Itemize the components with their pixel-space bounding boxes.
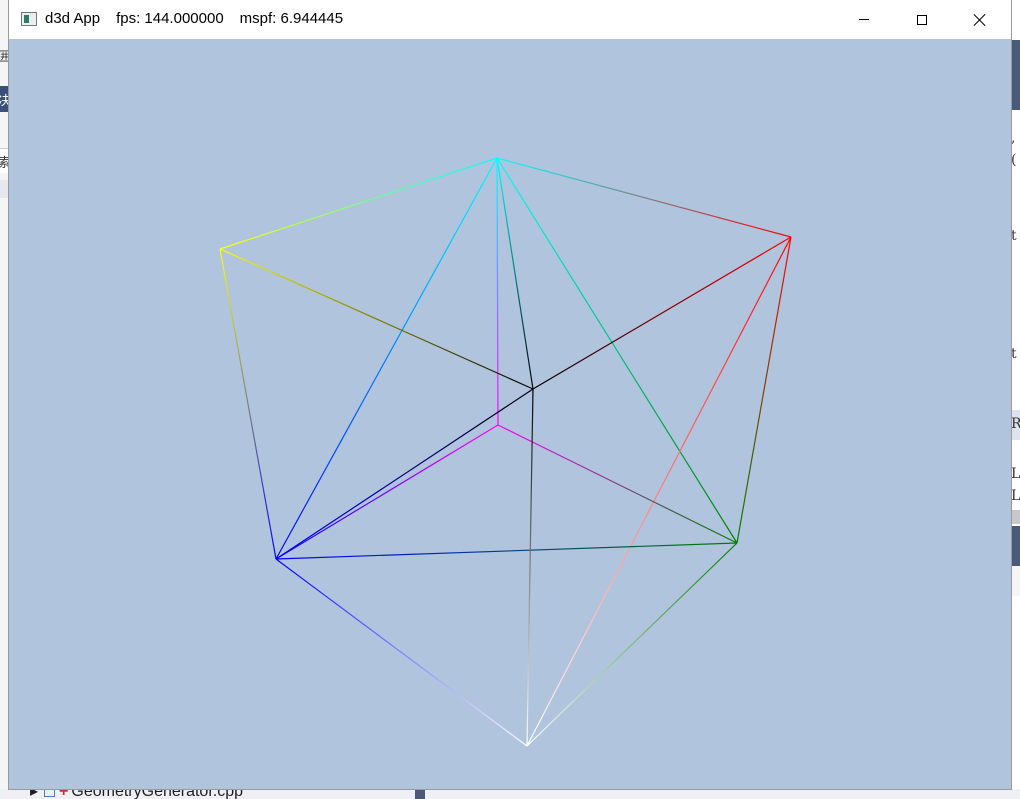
edge-top-inner [496, 157, 499, 426]
app-name: d3d App [45, 10, 101, 27]
edge-lower-left-center [275, 388, 534, 560]
edge-lower-right-bottom [526, 542, 738, 747]
file-icon [44, 789, 56, 797]
wireframe-scene [219, 157, 792, 747]
edge-right-center [532, 236, 792, 390]
tree-item-label: GeometryGenerator.cpp [71, 789, 244, 799]
edge-top-right [496, 157, 792, 238]
window-title: d3d App fps: 144.000000 mspf: 6.944445 [45, 10, 359, 27]
bg-right-glyph: t [1011, 228, 1017, 244]
edge-lower-left-inner [275, 424, 499, 560]
render-viewport[interactable] [9, 39, 1011, 789]
expand-arrow-icon[interactable]: ▸ [30, 789, 38, 799]
edge-lower-left-lower-right [275, 542, 738, 560]
solution-tree-item[interactable]: ▸ + GeometryGenerator.cpp [30, 789, 243, 799]
d3d-app-window[interactable]: d3d App fps: 144.000000 mspf: 6.944445 [9, 0, 1011, 789]
background-ide-bottom-block [415, 789, 425, 799]
edge-left-lower-left [219, 248, 277, 560]
mspf-readout: mspf: 6.944445 [239, 10, 344, 27]
background-ide-right-strip: , ( t t R L L [1011, 0, 1020, 799]
background-ide-solution-explorer: ▸ + GeometryGenerator.cpp [0, 789, 1020, 799]
app-icon [21, 12, 37, 26]
edge-center-bottom [526, 388, 534, 747]
edge-right-lower-right [736, 236, 792, 544]
close-button[interactable] [951, 0, 1009, 39]
close-icon [973, 13, 987, 27]
bg-right-glyph: R [1011, 416, 1020, 432]
edge-right-bottom [526, 236, 792, 747]
title-bar[interactable]: d3d App fps: 144.000000 mspf: 6.944445 [9, 0, 1011, 39]
bg-right-glyph: L [1011, 466, 1020, 482]
edge-lower-right-inner [497, 424, 738, 544]
minimize-button[interactable] [835, 0, 893, 39]
edge-top-center [496, 157, 534, 390]
maximize-icon [917, 14, 927, 25]
edge-left-center [219, 248, 534, 390]
minimize-icon [859, 19, 869, 20]
bg-right-glyph: t [1011, 346, 1017, 362]
bg-right-glyph: ( [1011, 152, 1017, 168]
edge-top-left [219, 157, 498, 250]
maximize-button[interactable] [893, 0, 951, 39]
edge-top-lower-right [496, 157, 738, 544]
edge-lower-left-bottom [275, 558, 528, 747]
bg-right-glyph: , [1011, 130, 1016, 146]
bg-right-glyph: L [1011, 488, 1020, 504]
fps-readout: fps: 144.000000 [116, 10, 224, 27]
cpp-icon: + [59, 789, 69, 799]
